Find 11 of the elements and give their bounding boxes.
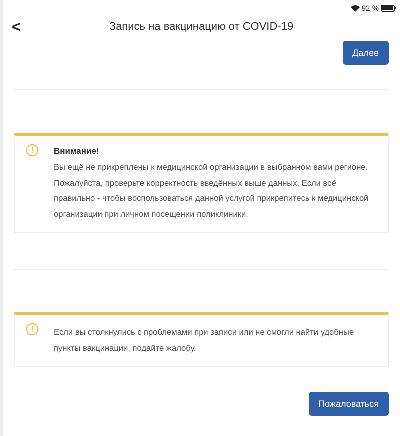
exclamation-icon	[26, 323, 39, 336]
page-title: Запись на вакцинацию от COVID-19	[109, 21, 294, 33]
alert-message: Вы ещё не прикреплены к медицинской организации в выбранном вами регионе. Пожалуйста, проверьте корректность введённых выше данных. Если всё правильно - чтобы воспользоваться данной услугой прикрепитесь к медицинской организации при личном посещении поликлиники.	[54, 161, 370, 221]
back-button[interactable]: <	[12, 18, 21, 36]
alert-message: Если вы столкнулись с проблемами при записи или не смогли найти удобные пункты вакцинации, подайте жалобу.	[54, 326, 356, 355]
wifi-icon	[350, 4, 360, 12]
complain-button[interactable]: Пожаловаться	[308, 392, 389, 416]
exclamation-icon	[26, 144, 39, 157]
alert-title: Внимание!	[54, 146, 100, 156]
battery-icon	[381, 4, 397, 12]
next-button[interactable]: Далее	[342, 41, 389, 65]
